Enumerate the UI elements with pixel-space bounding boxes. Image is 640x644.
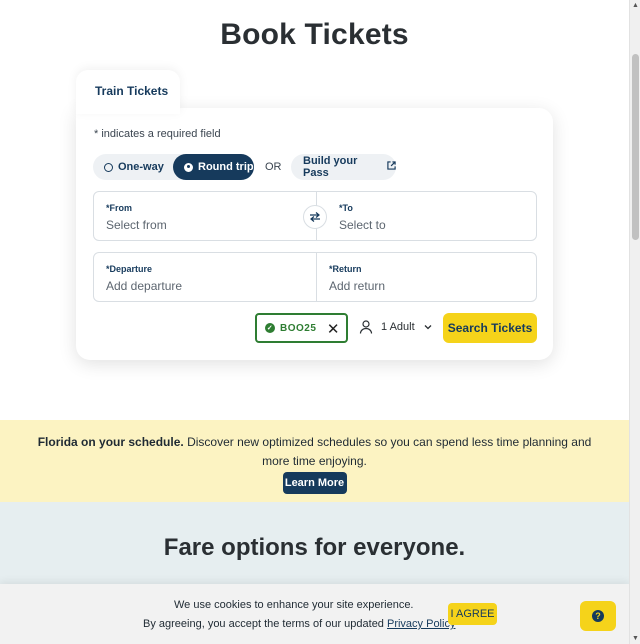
cookie-line-1: We use cookies to enhance your site expe… (174, 599, 414, 611)
cookie-line-2: By agreeing, you accept the terms of our… (143, 618, 455, 630)
schedule-banner: Florida on your schedule. Discover new o… (0, 420, 629, 502)
promo-code-chip: ✓ BOO25 ✕ (255, 313, 348, 343)
scroll-up-arrow-icon[interactable]: ▲ (632, 2, 639, 9)
passenger-count: 1 Adult (381, 321, 415, 333)
dates-group: *Departure Add departure *Return Add ret… (93, 252, 537, 302)
external-link-icon (387, 161, 396, 173)
fares-section: Fare options for everyone. (0, 502, 629, 592)
learn-more-button[interactable]: Learn More (282, 472, 347, 494)
passenger-selector[interactable]: 1 Adult (359, 320, 432, 334)
page: Book Tickets Train Tickets * indicates a… (0, 0, 629, 644)
one-way-label: One-way (118, 161, 164, 173)
scrollbar[interactable]: ▲ ▼ (629, 0, 640, 644)
build-pass-button[interactable]: Build your Pass (291, 154, 396, 180)
from-placeholder: Select from (106, 218, 167, 232)
return-label: *Return (329, 264, 362, 274)
chevron-down-icon (424, 322, 432, 332)
departure-label: *Departure (106, 264, 153, 274)
to-placeholder: Select to (339, 218, 386, 232)
trip-type-toggle: One-way Round trip (93, 154, 254, 180)
close-icon[interactable]: ✕ (327, 320, 340, 338)
required-note: * indicates a required field (94, 128, 221, 140)
scroll-thumb[interactable] (632, 54, 639, 240)
check-circle-icon: ✓ (265, 323, 275, 333)
round-trip-option[interactable]: Round trip (173, 154, 254, 180)
or-separator: OR (265, 161, 282, 173)
swap-arrows-icon[interactable] (303, 205, 327, 229)
cookie-line-2-text: By agreeing, you accept the terms of our… (143, 618, 387, 630)
radio-selected-icon (184, 162, 193, 172)
help-chat-icon: ? (592, 610, 604, 622)
radio-icon (104, 162, 113, 172)
return-field[interactable]: *Return Add return (316, 253, 538, 301)
from-label: *From (106, 203, 133, 213)
promo-code-text: BOO25 (280, 322, 317, 334)
fares-title: Fare options for everyone. (163, 534, 466, 561)
tab-train-tickets[interactable]: Train Tickets (76, 70, 180, 114)
to-label: *To (339, 203, 353, 213)
person-icon (359, 320, 373, 334)
build-pass-label: Build your Pass (303, 155, 358, 179)
privacy-policy-link[interactable]: Privacy Policy (387, 618, 455, 630)
agree-button[interactable]: I AGREE (448, 603, 497, 625)
one-way-option[interactable]: One-way (93, 154, 173, 180)
departure-field[interactable]: *Departure Add departure (94, 253, 316, 301)
cookie-banner: We use cookies to enhance your site expe… (0, 584, 629, 644)
booking-card: * indicates a required field One-way Rou… (76, 108, 553, 360)
departure-placeholder: Add departure (106, 279, 183, 293)
return-placeholder: Add return (329, 279, 386, 293)
banner-headline: Florida on your schedule. (37, 435, 184, 449)
help-button[interactable]: ? (580, 601, 616, 631)
from-to-group: *From Select from *To Select to (93, 191, 537, 241)
page-title: Book Tickets (220, 18, 409, 51)
scroll-down-arrow-icon[interactable]: ▼ (632, 635, 639, 642)
round-trip-label: Round trip (198, 161, 254, 173)
to-field[interactable]: *To Select to (316, 192, 538, 240)
banner-text: Discover new optimized schedules so you … (183, 435, 592, 468)
from-field[interactable]: *From Select from (94, 192, 316, 240)
search-tickets-button[interactable]: Search Tickets (443, 313, 537, 343)
